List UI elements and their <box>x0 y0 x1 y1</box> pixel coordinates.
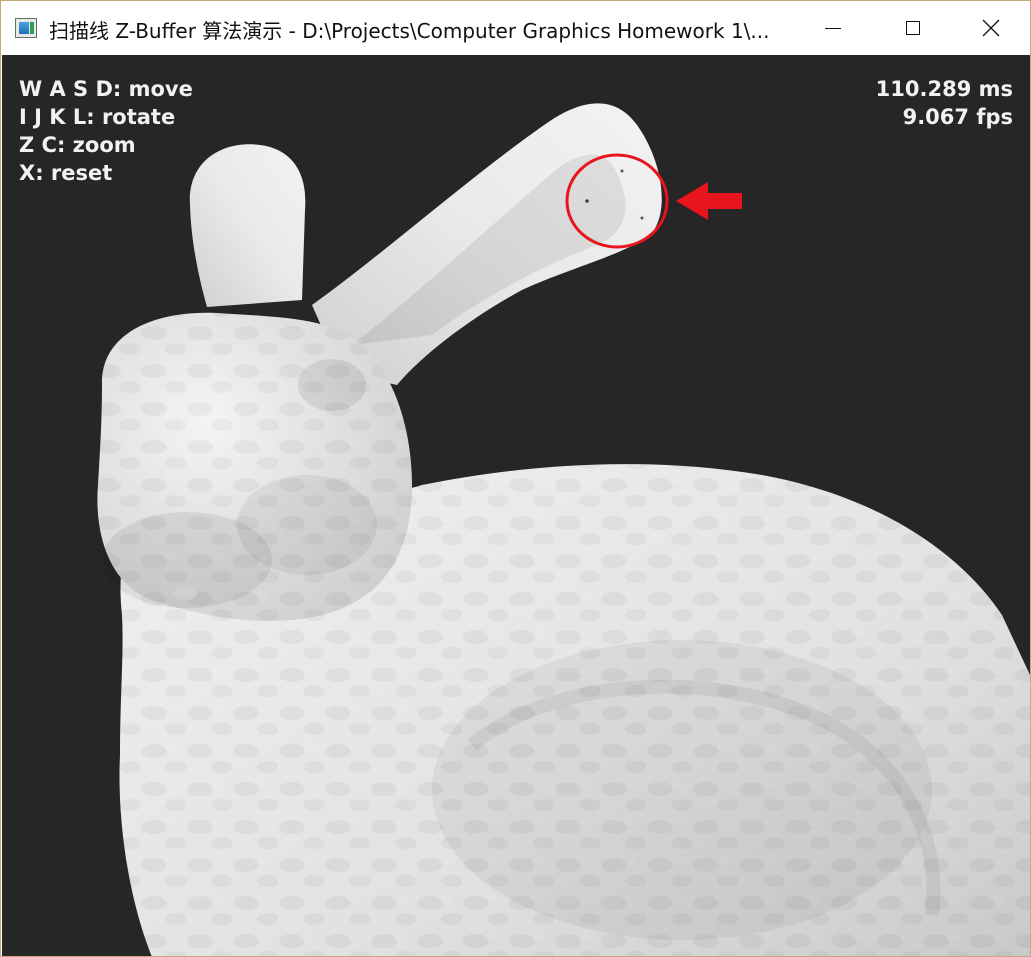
render-viewport[interactable]: W A S D: move I J K L: rotate Z C: zoom … <box>2 55 1030 956</box>
help-line-rotate: I J K L: rotate <box>19 105 176 129</box>
maximize-button[interactable] <box>873 1 953 55</box>
maximize-icon <box>906 21 920 35</box>
app-window-icon <box>15 18 37 38</box>
help-line-reset: X: reset <box>19 161 113 185</box>
controls-help: W A S D: move I J K L: rotate Z C: zoom … <box>19 75 193 187</box>
annotation-arrow <box>676 182 742 220</box>
title-bar[interactable]: 扫描线 Z-Buffer 算法演示 - D:\Projects\Computer… <box>1 1 1030 55</box>
minimize-button[interactable] <box>793 1 873 55</box>
bunny-back-ear <box>189 144 306 307</box>
help-line-zoom: Z C: zoom <box>19 133 136 157</box>
help-line-move: W A S D: move <box>19 77 193 101</box>
close-icon <box>982 19 1000 37</box>
frame-time: 110.289 ms <box>875 77 1013 101</box>
fps-counter: 9.067 fps <box>902 105 1013 129</box>
minimize-icon <box>825 27 841 29</box>
rendered-bunny-scene <box>97 103 1030 956</box>
application-window: 扫描线 Z-Buffer 算法演示 - D:\Projects\Computer… <box>0 0 1031 957</box>
performance-stats: 110.289 ms 9.067 fps <box>876 75 1013 131</box>
window-title: 扫描线 Z-Buffer 算法演示 - D:\Projects\Computer… <box>49 19 770 43</box>
close-button[interactable] <box>951 1 1030 55</box>
